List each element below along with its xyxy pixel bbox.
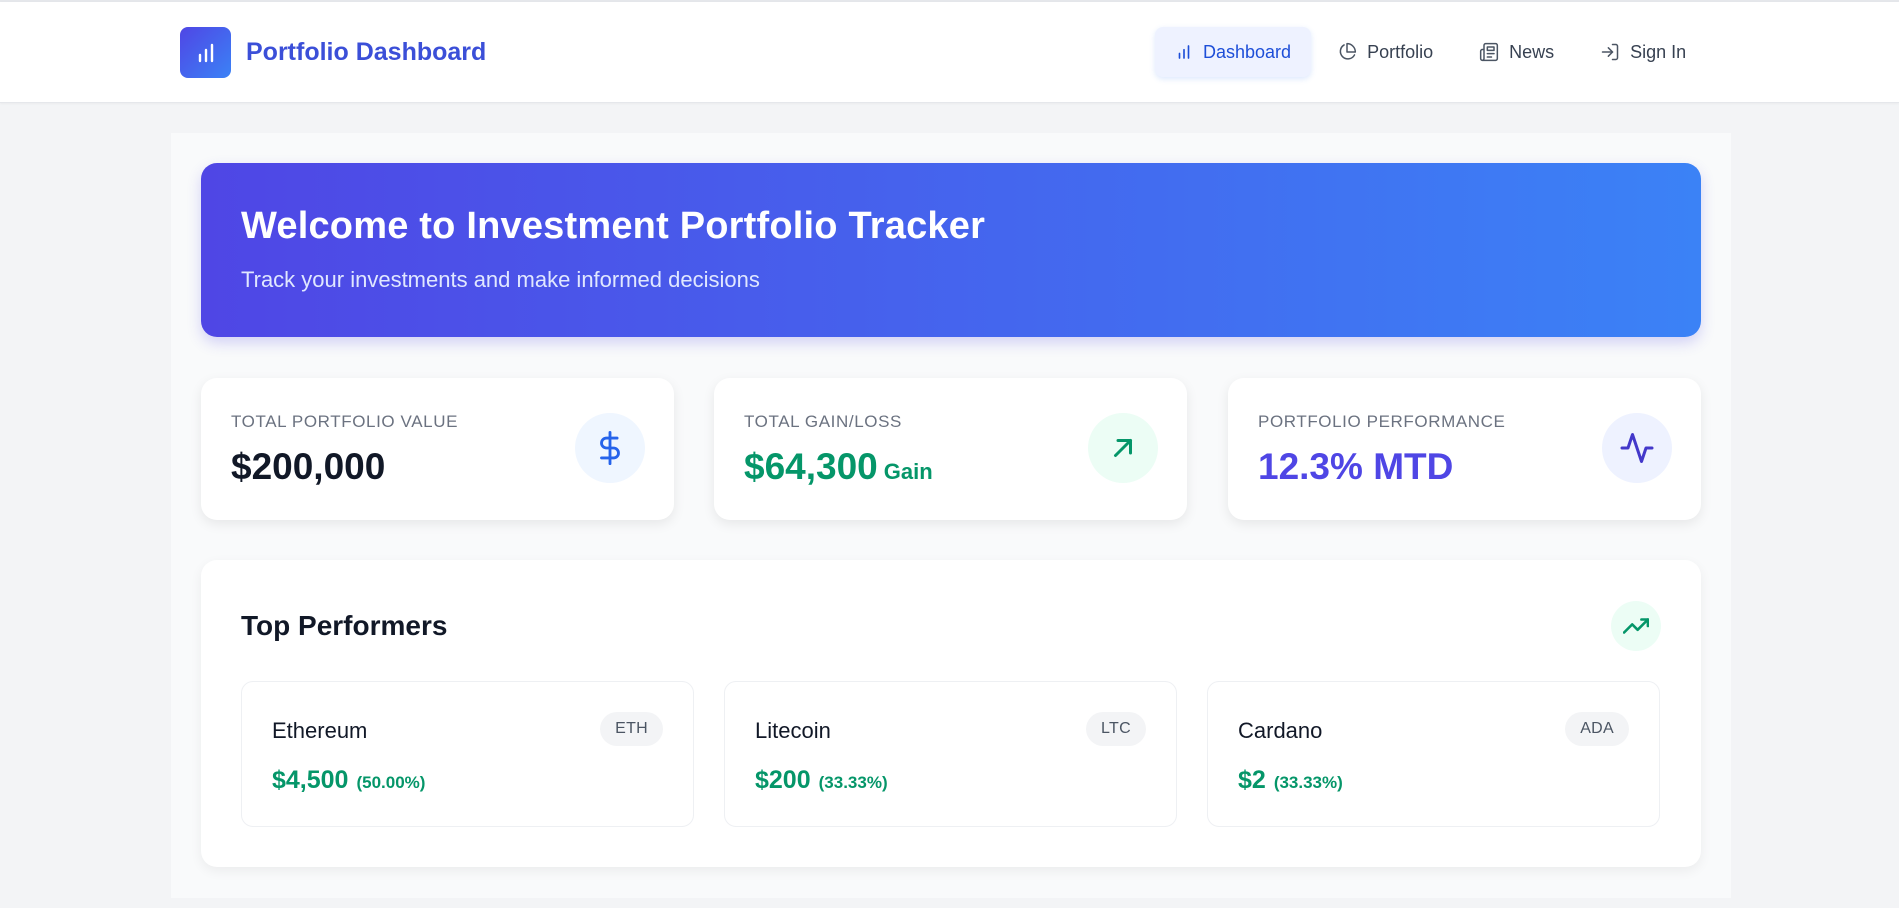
stat-card-total-value: TOTAL PORTFOLIO VALUE $200,000 xyxy=(201,378,674,520)
asset-card-cardano[interactable]: Cardano ADA $2 (33.33%) xyxy=(1207,681,1660,827)
asset-price: $2 (33.33%) xyxy=(1238,766,1343,794)
nav-item-dashboard[interactable]: Dashboard xyxy=(1155,27,1312,77)
gain-suffix: Gain xyxy=(883,459,933,484)
asset-ticker-badge: ETH xyxy=(600,712,663,746)
stat-label: PORTFOLIO PERFORMANCE xyxy=(1258,412,1506,431)
stat-card-performance: PORTFOLIO PERFORMANCE 12.3% MTD xyxy=(1228,378,1701,520)
nav-item-sign-in[interactable]: Sign In xyxy=(1580,27,1706,77)
asset-card-litecoin[interactable]: Litecoin LTC $200 (33.33%) xyxy=(724,681,1177,827)
nav-label: Sign In xyxy=(1630,41,1687,62)
asset-price: $4,500 (50.00%) xyxy=(272,766,426,794)
asset-change: (33.33%) xyxy=(818,773,888,792)
asset-card-ethereum[interactable]: Ethereum ETH $4,500 (50.00%) xyxy=(241,681,694,827)
sign-in-icon xyxy=(1601,43,1619,61)
newspaper-icon xyxy=(1480,42,1499,62)
dollar-icon xyxy=(575,413,645,483)
activity-icon xyxy=(1602,413,1672,483)
top-navbar: Portfolio Dashboard Dashboard Portfolio … xyxy=(0,2,1899,103)
stat-value: $64,300 Gain xyxy=(744,446,933,487)
main-content: Welcome to Investment Portfolio Tracker … xyxy=(171,133,1731,898)
asset-ticker-badge: ADA xyxy=(1565,712,1629,746)
brand[interactable]: Portfolio Dashboard xyxy=(180,27,486,78)
stat-card-gain-loss: TOTAL GAIN/LOSS $64,300 Gain xyxy=(714,378,1187,520)
asset-change: (50.00%) xyxy=(356,773,426,792)
asset-ticker-badge: LTC xyxy=(1086,712,1146,746)
nav-item-news[interactable]: News xyxy=(1459,27,1574,77)
app-title: Portfolio Dashboard xyxy=(246,38,487,66)
arrow-up-right-icon xyxy=(1088,413,1158,483)
top-performers-panel: Top Performers Ethereum ETH $4,500 (50.00… xyxy=(201,560,1701,867)
welcome-banner: Welcome to Investment Portfolio Tracker … xyxy=(201,163,1701,337)
trending-up-icon[interactable] xyxy=(1611,601,1661,651)
asset-name: Cardano xyxy=(1238,718,1323,743)
welcome-subtitle: Track your investments and make informed… xyxy=(241,267,760,292)
nav-label: News xyxy=(1509,41,1555,62)
stat-label: TOTAL GAIN/LOSS xyxy=(744,412,902,431)
asset-price: $200 (33.33%) xyxy=(755,766,888,794)
bar-chart-icon xyxy=(180,27,231,78)
nav-label: Portfolio xyxy=(1367,41,1434,62)
stat-value: 12.3% MTD xyxy=(1258,446,1454,487)
nav-item-portfolio[interactable]: Portfolio xyxy=(1317,27,1453,77)
main-nav: Dashboard Portfolio News Sign In xyxy=(1155,27,1712,77)
welcome-title: Welcome to Investment Portfolio Tracker xyxy=(241,205,986,247)
section-title: Top Performers xyxy=(241,610,448,641)
asset-change: (33.33%) xyxy=(1273,773,1343,792)
stat-value: $200,000 xyxy=(231,446,386,487)
nav-label: Dashboard xyxy=(1203,41,1292,62)
asset-name: Ethereum xyxy=(272,718,368,743)
stat-label: TOTAL PORTFOLIO VALUE xyxy=(231,412,459,431)
bar-chart-icon xyxy=(1178,45,1190,59)
asset-name: Litecoin xyxy=(755,718,831,743)
pie-chart-icon xyxy=(1339,42,1357,60)
